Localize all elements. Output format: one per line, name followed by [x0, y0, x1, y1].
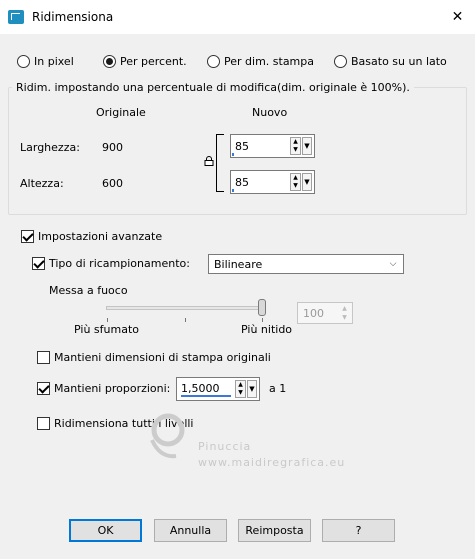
radio-label: Basato su un lato	[351, 55, 447, 68]
close-button[interactable]: ✕	[440, 0, 475, 34]
watermark-name: Pinuccia	[198, 440, 252, 453]
checkbox-indicator	[37, 382, 50, 395]
ratio-spin-arrows[interactable]: ▲ ▼	[235, 380, 246, 398]
slider-tick	[185, 318, 186, 322]
height-new-input[interactable]: 85 ▲ ▼ ▼	[230, 170, 315, 194]
keep-ratio-checkbox[interactable]: Mantieni proporzioni:	[37, 382, 170, 395]
ratio-suffix: a 1	[269, 382, 287, 395]
resample-type-value: Bilineare	[214, 257, 263, 271]
slider-tick	[107, 318, 108, 322]
ratio-value: 1,5000	[181, 382, 231, 397]
radio-indicator	[17, 55, 30, 68]
sharpen-spin-arrows: ▲ ▼	[339, 304, 350, 322]
resize-app-icon	[8, 10, 24, 24]
checkbox-indicator	[37, 417, 50, 430]
advanced-settings-checkbox[interactable]: Impostazioni avanzate	[21, 230, 162, 243]
sharpen-min-label: Più sfumato	[74, 323, 139, 336]
radio-one-side[interactable]: Basato su un lato	[334, 55, 447, 68]
spin-down-icon[interactable]: ▼	[236, 389, 245, 397]
resample-type-select[interactable]: Bilineare ⌵	[208, 254, 404, 274]
spin-down-icon[interactable]: ▼	[291, 182, 300, 190]
height-original-value: 600	[102, 177, 123, 190]
sharpen-value: 100	[303, 306, 324, 320]
checkbox-label: Impostazioni avanzate	[38, 230, 163, 243]
radio-in-pixel[interactable]: In pixel	[17, 55, 74, 68]
radio-label: Per percent.	[120, 55, 187, 68]
sharpen-label: Messa a fuoco	[49, 284, 128, 297]
spin-up-icon: ▲	[342, 305, 347, 312]
groupbox-legend: Ridim. impostando una percentuale di mod…	[12, 81, 414, 94]
cancel-button[interactable]: Annulla	[154, 519, 227, 542]
checkbox-indicator	[21, 230, 34, 243]
column-new-header: Nuovo	[252, 106, 288, 119]
height-spin-arrows[interactable]: ▲ ▼	[290, 173, 301, 191]
resample-type-checkbox[interactable]: Tipo di ricampionamento:	[32, 257, 190, 270]
spin-up-icon[interactable]: ▲	[236, 381, 245, 389]
column-original-header: Originale	[96, 106, 146, 119]
width-slider-indicator	[232, 153, 234, 156]
width-label: Larghezza:	[20, 141, 80, 154]
spin-up-icon[interactable]: ▲	[291, 174, 300, 182]
spin-down-icon[interactable]: ▼	[291, 146, 300, 154]
aspect-lock-bracket	[216, 134, 224, 192]
radio-indicator	[334, 55, 347, 68]
radio-indicator	[103, 55, 116, 68]
checkbox-indicator	[37, 351, 50, 364]
spin-down-icon: ▼	[342, 314, 347, 321]
height-slider-indicator	[232, 189, 234, 192]
watermark-logo-icon	[150, 413, 185, 459]
checkbox-indicator	[32, 257, 45, 270]
height-dropdown-icon[interactable]: ▼	[302, 173, 312, 191]
watermark-url: www.maidiregrafica.eu	[198, 456, 346, 469]
checkbox-label: Mantieni proporzioni:	[54, 382, 171, 395]
title-bar: Ridimensiona ✕	[0, 0, 475, 34]
radio-percent[interactable]: Per percent.	[103, 55, 187, 68]
sharpen-value-input: 100 ▲ ▼	[297, 302, 353, 324]
height-new-value: 85	[235, 175, 249, 189]
height-label: Altezza:	[20, 177, 64, 190]
radio-print-size[interactable]: Per dim. stampa	[207, 55, 314, 68]
radio-indicator	[207, 55, 220, 68]
sharpen-slider-thumb[interactable]	[258, 299, 266, 316]
keep-print-size-checkbox[interactable]: Mantieni dimensioni di stampa originali	[37, 351, 271, 364]
width-spin-arrows[interactable]: ▲ ▼	[290, 137, 301, 155]
ratio-input[interactable]: 1,5000 ▲ ▼ ▼	[176, 377, 260, 401]
chevron-down-icon: ⌵	[389, 259, 397, 269]
width-original-value: 900	[102, 141, 123, 154]
checkbox-label: Tipo di ricampionamento:	[49, 257, 190, 270]
checkbox-label: Mantieni dimensioni di stampa originali	[54, 351, 271, 364]
ok-button[interactable]: OK	[69, 519, 142, 542]
reset-button[interactable]: Reimposta	[238, 519, 311, 542]
lock-icon[interactable]	[204, 156, 214, 166]
help-button[interactable]: ?	[322, 519, 395, 542]
ratio-dropdown-icon[interactable]: ▼	[247, 380, 257, 398]
sharpen-max-label: Più nitido	[241, 323, 293, 336]
spin-up-icon[interactable]: ▲	[291, 138, 300, 146]
window-title: Ridimensiona	[32, 10, 114, 24]
sharpen-slider-track[interactable]	[106, 306, 264, 310]
width-dropdown-icon[interactable]: ▼	[302, 137, 312, 155]
width-new-value: 85	[235, 139, 249, 153]
slider-tick	[262, 318, 263, 322]
radio-label: In pixel	[34, 55, 74, 68]
radio-label: Per dim. stampa	[224, 55, 314, 68]
watermark: Pinuccia www.maidiregrafica.eu	[146, 410, 376, 480]
width-new-input[interactable]: 85 ▲ ▼ ▼	[230, 134, 315, 158]
